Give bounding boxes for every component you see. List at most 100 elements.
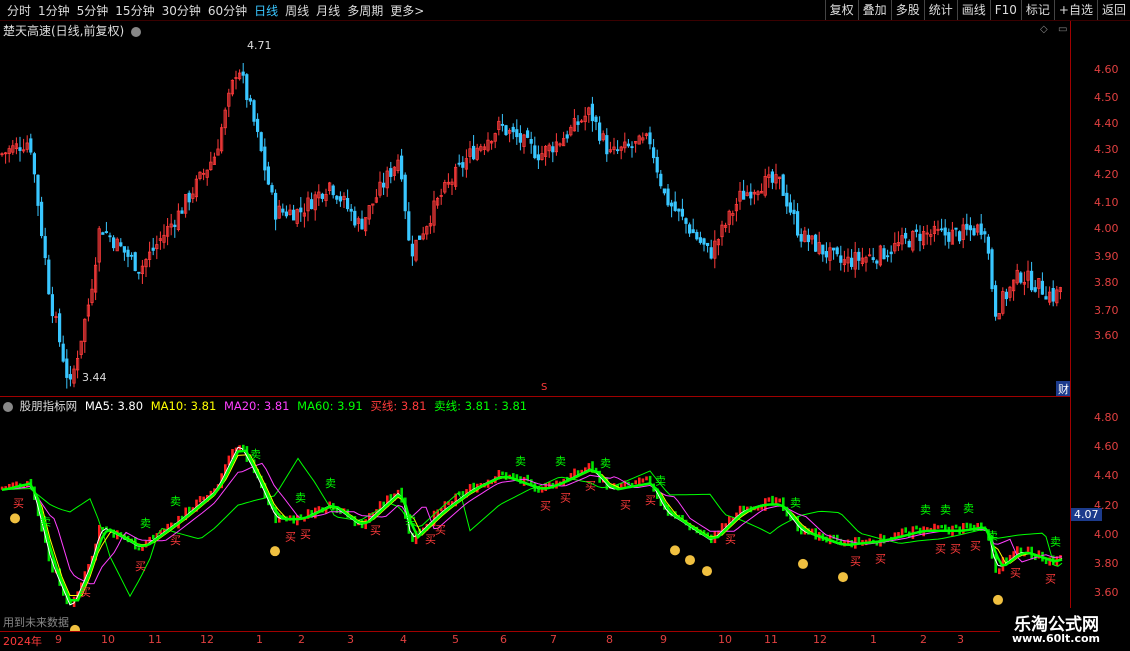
candle-body	[576, 121, 580, 125]
indicator-bar	[954, 524, 958, 529]
candle-body	[742, 190, 746, 200]
candle-body	[119, 242, 123, 247]
candle-body	[270, 185, 274, 193]
candle-body	[749, 191, 753, 199]
buy-marker: 买	[950, 542, 961, 555]
candle-body	[695, 231, 699, 240]
money-bag-icon	[838, 572, 848, 583]
sell-marker: 卖	[920, 503, 931, 516]
candle-body	[799, 234, 803, 242]
buy-marker: 买	[13, 497, 24, 510]
buy-marker: 买	[850, 555, 861, 568]
buy-marker: 买	[540, 500, 551, 513]
candle-body	[565, 134, 569, 139]
candle-body	[335, 195, 339, 200]
period-daily[interactable]: 日线	[254, 2, 278, 19]
mark-button[interactable]: 标记	[1020, 0, 1054, 20]
back-button[interactable]: 返回	[1096, 0, 1130, 20]
month-tick: 7	[550, 633, 557, 646]
candle-body	[670, 202, 674, 207]
candle-body	[684, 218, 688, 224]
sell-marker: 卖	[555, 455, 566, 468]
candle-body	[417, 235, 422, 240]
period-5min[interactable]: 5分钟	[77, 2, 109, 19]
panel-divider	[0, 396, 1070, 397]
candle-body	[129, 254, 134, 257]
candle-body	[40, 201, 44, 237]
candle-body	[677, 208, 681, 212]
candle-body	[65, 358, 69, 378]
sell-marker: 卖	[987, 530, 998, 543]
period-1min[interactable]: 1分钟	[38, 2, 70, 19]
candle-body	[273, 192, 278, 220]
indicator-bar	[137, 547, 141, 551]
candle-body	[526, 130, 530, 138]
candle-body	[835, 247, 839, 255]
add-watchlist-button[interactable]: +自选	[1053, 0, 1097, 20]
sell-marker: 卖	[250, 448, 261, 461]
overlay-button[interactable]: 叠加	[857, 0, 891, 20]
candle-body	[43, 236, 47, 259]
candle-body	[850, 257, 854, 267]
chevron-down-icon[interactable]	[3, 401, 13, 412]
candle-body	[983, 231, 987, 235]
tick: 4.40	[1094, 117, 1119, 130]
period-multi[interactable]: 多周期	[347, 2, 383, 19]
period-weekly[interactable]: 周线	[285, 2, 309, 19]
indicator-bar	[778, 498, 781, 503]
f10-button[interactable]: F10	[989, 0, 1021, 20]
candle-body	[255, 118, 260, 132]
candle-body	[979, 223, 983, 235]
buy-marker: 买	[300, 528, 311, 541]
candle-body	[112, 237, 116, 249]
multi-stock-button[interactable]: 多股	[890, 0, 924, 20]
period-monthly[interactable]: 月线	[316, 2, 340, 19]
buy-marker: 买	[970, 540, 981, 553]
candle-body	[252, 100, 256, 122]
candle-body	[598, 122, 602, 141]
candle-body	[58, 313, 62, 343]
low-price-label: 3.44	[82, 371, 107, 384]
finance-marker[interactable]: 财	[1056, 381, 1071, 397]
draw-line-button[interactable]: 画线	[956, 0, 990, 20]
month-tick: 8	[606, 633, 613, 646]
candle-body	[1040, 280, 1044, 295]
candle-body	[281, 208, 285, 213]
period-more[interactable]: 更多>	[390, 2, 424, 19]
current-price-badge: 4.07	[1071, 508, 1102, 521]
candle-body	[173, 224, 177, 227]
indicator-bar	[969, 523, 972, 529]
candle-body	[792, 209, 796, 215]
candle-body	[263, 146, 267, 171]
month-tick: 10	[101, 633, 115, 646]
candle-body	[1004, 291, 1009, 300]
period-15min[interactable]: 15分钟	[115, 2, 154, 19]
candle-body	[907, 241, 911, 248]
candle-body	[1030, 270, 1034, 291]
money-bag-icon	[10, 513, 20, 524]
candle-body	[972, 228, 976, 236]
restore-rights-button[interactable]: 复权	[824, 0, 858, 20]
month-tick: 5	[452, 633, 459, 646]
tick: 4.50	[1094, 91, 1119, 104]
candle-body	[536, 154, 541, 161]
buy-marker: 买	[935, 542, 946, 555]
statistics-button[interactable]: 统计	[923, 0, 957, 20]
ma20-line	[1, 462, 1063, 585]
tick: 4.60	[1094, 63, 1119, 76]
candle-body	[399, 155, 404, 180]
money-bag-icon	[798, 558, 808, 569]
buy-marker: 买	[285, 531, 296, 544]
period-intraday[interactable]: 分时	[7, 2, 31, 19]
candle-body	[796, 211, 800, 236]
indicator-bar	[936, 525, 940, 529]
period-60min[interactable]: 60分钟	[208, 2, 247, 19]
indicator-bar	[771, 495, 774, 505]
candle-body	[652, 147, 656, 159]
period-30min[interactable]: 30分钟	[162, 2, 201, 19]
candle-body	[187, 192, 191, 203]
sell-marker: 卖	[515, 455, 526, 468]
candle-body	[137, 271, 141, 274]
candle-body	[61, 343, 65, 362]
indicator-bar	[998, 568, 1001, 575]
